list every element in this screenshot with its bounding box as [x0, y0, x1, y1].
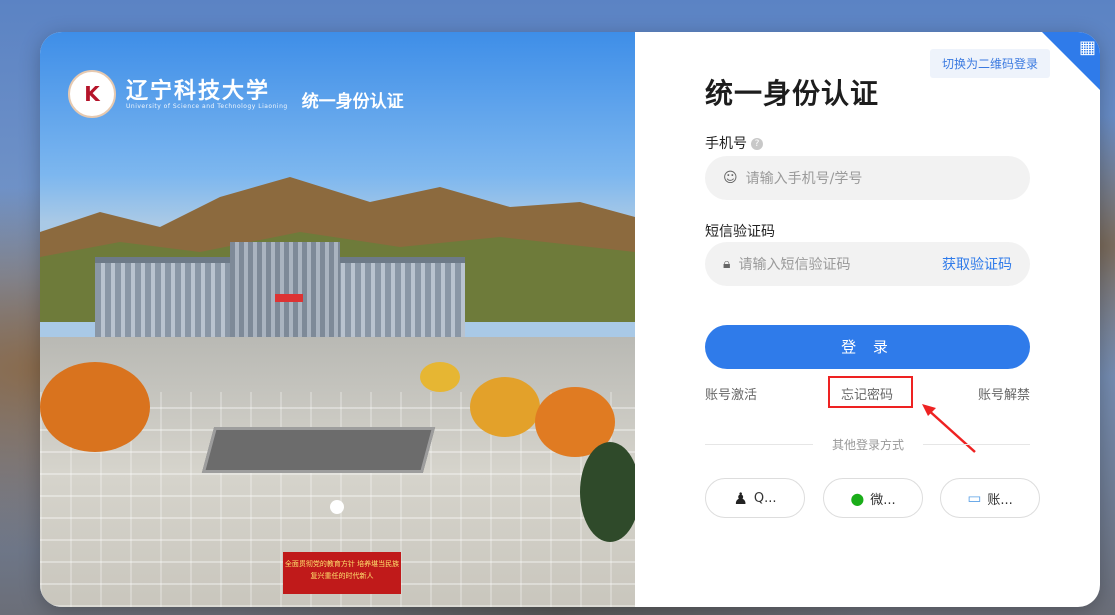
wechat-login-label: 微... — [870, 492, 896, 508]
wechat-icon: ● — [850, 488, 865, 508]
carousel-dot[interactable] — [330, 500, 344, 514]
phone-label-text: 手机号 — [705, 136, 747, 152]
qq-login-label: Q... — [753, 490, 777, 506]
account-login-button[interactable]: ▭ 账... — [940, 478, 1040, 518]
code-input[interactable]: 🔒︎ 请输入短信验证码 获取验证码 — [705, 242, 1030, 286]
brand-subtitle: 统一身份认证 — [301, 91, 404, 112]
phone-input[interactable]: ☺ 请输入手机号/学号 — [705, 156, 1030, 200]
plaza-dial — [201, 427, 436, 473]
other-login-label: 其他登录方式 — [813, 436, 923, 453]
brand-name: 辽宁科技大学 — [126, 77, 271, 104]
building-center — [230, 242, 340, 337]
qq-icon: ♟ — [733, 488, 748, 508]
lock-icon: 🔒︎ — [723, 256, 731, 272]
qq-login-button[interactable]: ♟ Q... — [705, 478, 805, 518]
page-title: 统一身份认证 — [705, 77, 880, 110]
account-login-label: 账... — [987, 492, 1013, 508]
campus-photo: 全面贯彻党的教育方针 培养堪当民族复兴重任的时代新人 K 辽宁科技大学 Univ… — [40, 32, 635, 607]
phone-placeholder: 请输入手机号/学号 — [745, 171, 863, 187]
tree — [40, 362, 150, 452]
wechat-login-button[interactable]: ● 微... — [823, 478, 923, 518]
help-icon[interactable]: ? — [751, 138, 763, 150]
brand-text: 辽宁科技大学 University of Science and Technol… — [126, 79, 288, 110]
account-icon: ▭ — [967, 489, 982, 507]
brand-header: K 辽宁科技大学 University of Science and Techn… — [68, 70, 404, 118]
code-placeholder: 请输入短信验证码 — [738, 257, 851, 273]
tree — [420, 362, 460, 392]
brand-name-en: University of Science and Technology Lia… — [126, 102, 288, 110]
highlight-box — [828, 376, 913, 408]
phone-label: 手机号? — [705, 133, 763, 153]
login-button[interactable]: 登 录 — [705, 325, 1030, 369]
login-card: 全面贯彻党的教育方针 培养堪当民族复兴重任的时代新人 K 辽宁科技大学 Univ… — [40, 32, 1100, 607]
building-sign — [275, 294, 303, 302]
login-panel: 切换为二维码登录 ▦ 统一身份认证 手机号? ☺ 请输入手机号/学号 短信验证码… — [635, 32, 1100, 607]
tree — [580, 442, 635, 542]
university-logo: K — [68, 70, 116, 118]
user-icon: ☺ — [723, 170, 738, 186]
unban-account-link[interactable]: 账号解禁 — [978, 384, 1030, 403]
qr-switch-tip[interactable]: 切换为二维码登录 — [929, 49, 1050, 78]
annotation-arrow — [922, 404, 976, 453]
photo-banner: 全面贯彻党的教育方针 培养堪当民族复兴重任的时代新人 — [283, 552, 401, 594]
qr-code-icon[interactable]: ▦ — [1079, 37, 1096, 58]
tree — [470, 377, 540, 437]
get-code-button[interactable]: 获取验证码 — [942, 254, 1012, 274]
activate-account-link[interactable]: 账号激活 — [705, 384, 757, 403]
code-label: 短信验证码 — [705, 224, 775, 240]
